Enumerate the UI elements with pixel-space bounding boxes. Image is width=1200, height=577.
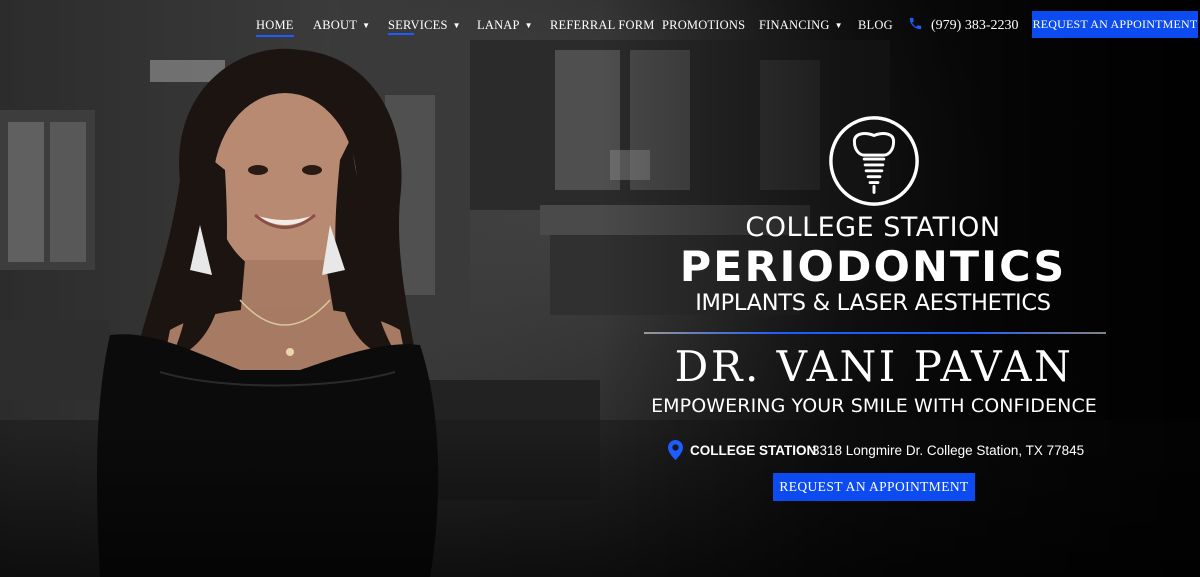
main-nav: HOME ABOUT ▼ SERVICES ▼ LANAP ▼ REFERRAL FO… bbox=[0, 0, 1200, 50]
location-pin-icon bbox=[668, 440, 683, 460]
nav-indicator bbox=[388, 33, 414, 35]
nav-item-home[interactable]: HOME bbox=[256, 18, 294, 37]
location-city: COLLEGE STATION bbox=[690, 443, 817, 458]
chevron-down-icon: ▼ bbox=[524, 21, 533, 30]
nav-item-about[interactable]: ABOUT ▼ bbox=[313, 18, 370, 33]
nav-label: REFERRAL FORM bbox=[550, 18, 655, 32]
nav-label: HOME bbox=[256, 18, 294, 32]
nav-item-lanap[interactable]: LANAP ▼ bbox=[477, 18, 533, 33]
chevron-down-icon: ▼ bbox=[362, 21, 371, 30]
brand-name-line1: COLLEGE STATION bbox=[745, 212, 1001, 243]
nav-label: BLOG bbox=[858, 18, 893, 32]
nav-item-blog[interactable]: BLOG bbox=[858, 18, 893, 33]
phone-link[interactable]: (979) 383-2230 bbox=[908, 16, 1019, 34]
dental-implant-logo-icon bbox=[829, 116, 919, 206]
location-address: 3318 Longmire Dr. College Station, TX 77… bbox=[812, 443, 1085, 458]
phone-number: (979) 383-2230 bbox=[931, 18, 1019, 33]
chevron-down-icon: ▼ bbox=[452, 21, 461, 30]
request-appointment-nav-button[interactable]: REQUEST AN APPOINTMENT bbox=[1032, 11, 1198, 38]
divider bbox=[644, 332, 1106, 334]
brand-name-line2: PERIODONTICS bbox=[679, 242, 1067, 291]
nav-item-financing[interactable]: FINANCING ▼ bbox=[759, 18, 843, 33]
tagline: EMPOWERING YOUR SMILE WITH CONFIDENCE bbox=[651, 395, 1097, 417]
nav-label: SERVICES bbox=[388, 18, 448, 32]
request-appointment-hero-button[interactable]: REQUEST AN APPOINTMENT bbox=[773, 473, 975, 501]
doctor-name: DR. VANI PAVAN bbox=[674, 342, 1074, 391]
phone-icon bbox=[909, 17, 922, 30]
location-line[interactable]: COLLEGE STATION 3318 Longmire Dr. Colleg… bbox=[668, 440, 1088, 462]
brand-name-line3: IMPLANTS & LASER AESTHETICS bbox=[695, 290, 1051, 316]
nav-label: PROMOTIONS bbox=[662, 18, 746, 32]
chevron-down-icon: ▼ bbox=[834, 21, 843, 30]
nav-item-services[interactable]: SERVICES ▼ bbox=[388, 18, 461, 33]
nav-item-promotions[interactable]: PROMOTIONS bbox=[662, 18, 745, 33]
nav-label: FINANCING bbox=[759, 18, 830, 32]
nav-item-referral-form[interactable]: REFERRAL FORM bbox=[550, 18, 655, 33]
nav-label: LANAP bbox=[477, 18, 520, 32]
nav-label: ABOUT bbox=[313, 18, 358, 32]
